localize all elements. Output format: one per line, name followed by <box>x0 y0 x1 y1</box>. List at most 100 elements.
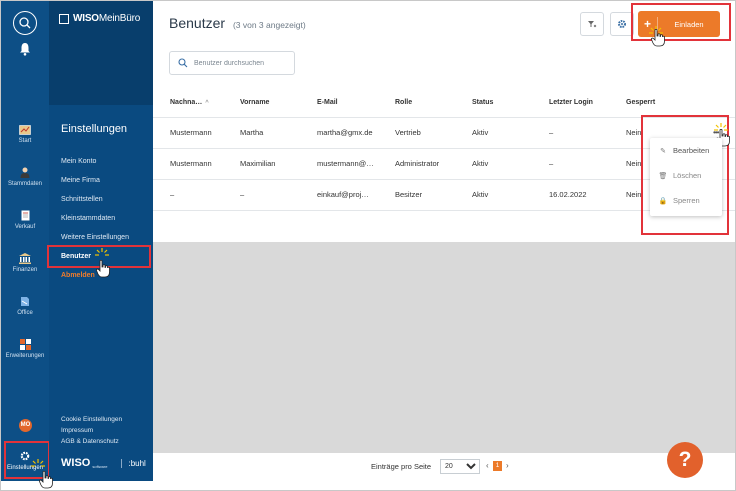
cell-status: Aktiv <box>472 148 549 180</box>
logo-brand: WISO <box>73 13 99 24</box>
impressum-link[interactable]: Impressum <box>61 427 122 438</box>
invite-button-label: Einladen <box>674 19 704 29</box>
nav-verkauf[interactable]: Verkauf <box>1 210 49 230</box>
cell-email: martha@gmx.de <box>317 117 395 149</box>
nav-verkauf-label: Verkauf <box>14 224 36 230</box>
cell-letzter-login: 16.02.2022 <box>549 179 626 211</box>
cell-letzter-login: – <box>549 148 626 180</box>
logout-link[interactable]: Abmelden <box>61 271 129 290</box>
page-title: Benutzer (3 von 3 angezeigt) <box>169 15 306 31</box>
column-header-gesperrt[interactable]: Gesperrt <box>626 89 735 118</box>
buhl-brand: :buhl <box>121 458 146 468</box>
nav-office-label: Office <box>17 310 33 316</box>
search-input[interactable] <box>194 59 290 67</box>
user-avatar[interactable]: MO <box>19 419 32 432</box>
search-field[interactable] <box>169 51 295 75</box>
filter-clear-icon <box>588 21 597 28</box>
wiso-brand-sub: software <box>92 464 108 469</box>
main-content: Benutzer (3 von 3 angezeigt) + Einladen … <box>153 1 735 481</box>
bank-icon <box>19 253 31 264</box>
column-header-nachname[interactable]: Nachna… ^ <box>153 89 240 118</box>
nav-finanzen[interactable]: Finanzen <box>1 253 49 273</box>
menu-item-edit-label: Bearbeiten <box>673 146 710 155</box>
menu-item-delete[interactable]: 🗑 Löschen <box>650 163 722 188</box>
logo-icon <box>59 13 69 24</box>
settings-nav: Mein Konto Meine Firma Schnittstellen Kl… <box>61 157 129 290</box>
cell-rolle: Besitzer <box>395 179 472 211</box>
cell-email: einkauf@proj… <box>317 179 395 211</box>
settings-nav-schnittstellen[interactable]: Schnittstellen <box>61 195 129 214</box>
nav-office[interactable]: Office <box>1 296 49 316</box>
cell-vorname: – <box>240 179 317 211</box>
page-title-text: Benutzer <box>169 15 226 31</box>
empty-area <box>153 242 735 453</box>
help-button[interactable]: ? <box>667 442 703 478</box>
column-header-status[interactable]: Status <box>472 89 549 118</box>
cell-nachname: Mustermann <box>153 148 240 180</box>
column-header-label: Nachna… <box>170 99 203 107</box>
sidebar-footer-links: Cookie Einstellungen Impressum AGB & Dat… <box>61 416 122 449</box>
hand-cursor-icon <box>96 260 110 278</box>
settings-nav-kleinstammdaten[interactable]: Kleinstammdaten <box>61 214 129 233</box>
menu-item-edit[interactable]: ✎ Bearbeiten <box>650 138 722 163</box>
per-page-select[interactable]: 20 <box>440 459 480 474</box>
logo-product: MeinBüro <box>98 13 141 24</box>
nav-erweiterungen-label: Erweiterungen <box>5 353 45 359</box>
extensions-icon <box>19 339 31 350</box>
nav-stammdaten[interactable]: Stammdaten <box>1 167 49 187</box>
app-logo: WISOMeinBüro <box>59 13 140 24</box>
nav-stammdaten-label: Stammdaten <box>7 181 43 187</box>
nav-erweiterungen[interactable]: Erweiterungen <box>1 339 49 359</box>
lock-icon: 🔒 <box>658 197 668 205</box>
app-window: Start Stammdaten Verkauf Finanzen Office… <box>0 0 736 491</box>
person-icon <box>20 167 30 178</box>
column-header-email[interactable]: E-Mail <box>317 89 395 118</box>
menu-item-lock[interactable]: 🔒 Sperren <box>650 188 722 213</box>
hand-cursor-icon <box>651 29 665 47</box>
next-page-icon[interactable]: › <box>506 461 509 470</box>
main-nav-rail: Start Stammdaten Verkauf Finanzen Office… <box>1 1 49 481</box>
pagination-bar: Einträge pro Seite 20 ‹ 1 › <box>153 453 735 481</box>
per-page-label: Einträge pro Seite <box>371 462 432 471</box>
settings-sidebar: WISOMeinBüro Einstellungen Mein Konto Me… <box>49 1 153 481</box>
nav-start-label: Start <box>18 138 32 144</box>
wiso-brand: WISO <box>61 457 91 469</box>
cookie-settings-link[interactable]: Cookie Einstellungen <box>61 416 122 427</box>
settings-title: Einstellungen <box>61 123 128 135</box>
cell-vorname: Maximilian <box>240 148 317 180</box>
office-icon <box>21 297 29 306</box>
hand-cursor-icon <box>39 471 53 489</box>
gear-icon <box>618 20 626 28</box>
cell-vorname: Martha <box>240 117 317 149</box>
agb-link[interactable]: AGB & Datenschutz <box>61 438 122 449</box>
prev-page-icon[interactable]: ‹ <box>486 461 489 470</box>
cell-letzter-login: – <box>549 117 626 149</box>
trash-icon: 🗑 <box>658 172 668 180</box>
cell-rolle: Vertrieb <box>395 117 472 149</box>
wiso-buhl-logo: WISO software :buhl <box>61 457 146 469</box>
brand-header: WISOMeinBüro <box>49 1 153 105</box>
column-header-rolle[interactable]: Rolle <box>395 89 472 118</box>
dashboard-icon <box>19 125 31 135</box>
search-icon <box>178 58 188 68</box>
column-header-vorname[interactable]: Vorname <box>240 89 317 118</box>
cell-status: Aktiv <box>472 117 549 149</box>
table-header-row: Nachna… ^ Vorname E-Mail Rolle Status Let… <box>153 89 735 118</box>
menu-item-lock-label: Sperren <box>673 196 700 205</box>
nav-finanzen-label: Finanzen <box>12 267 38 273</box>
invoice-icon <box>21 210 29 221</box>
column-header-letzter-login[interactable]: Letzter Login <box>549 89 626 118</box>
settings-nav-mein-konto[interactable]: Mein Konto <box>61 157 129 176</box>
bell-icon[interactable] <box>17 41 33 57</box>
menu-item-delete-label: Löschen <box>673 171 702 180</box>
current-page[interactable]: 1 <box>493 461 502 471</box>
nav-start[interactable]: Start <box>1 125 49 144</box>
cell-nachname: Mustermann <box>153 117 240 149</box>
cell-email: mustermann@… <box>317 148 395 180</box>
sort-asc-icon: ^ <box>205 100 209 107</box>
pencil-icon: ✎ <box>660 147 666 155</box>
settings-nav-meine-firma[interactable]: Meine Firma <box>61 176 129 195</box>
search-icon[interactable] <box>13 11 37 35</box>
user-count: (3 von 3 angezeigt) <box>232 20 306 30</box>
reset-filter-button[interactable] <box>580 12 604 36</box>
